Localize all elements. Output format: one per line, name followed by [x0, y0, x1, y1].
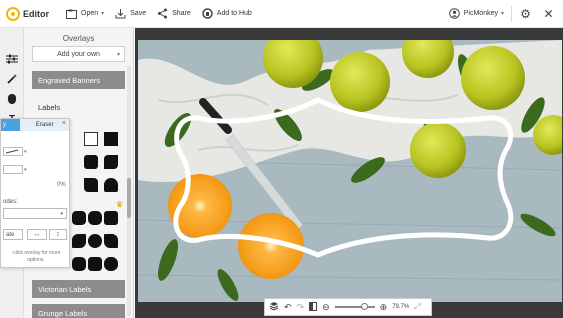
label-shape[interactable] [88, 211, 102, 225]
gear-icon: ⚙ [520, 6, 531, 21]
chevron-down-icon: ▾ [116, 51, 120, 58]
picmonkey-logo-icon [6, 6, 20, 21]
open-button[interactable]: Open ▾ [60, 0, 109, 28]
photo-editor-app: Editor Open ▾ Save Share Add to Hub PicM… [0, 0, 563, 318]
category-labels[interactable]: Labels [32, 98, 125, 116]
top-toolbar: Editor Open ▾ Save Share Add to Hub PicM… [0, 0, 563, 28]
chevron-down-icon: ▾ [24, 149, 27, 155]
panel-title: Overlays [62, 34, 95, 43]
photo-canvas[interactable] [138, 40, 562, 302]
canvas-controls: ↶ ↷ ⊖ ⊕ 79.7% ⤢ [264, 298, 432, 316]
close-icon[interactable]: × [62, 120, 66, 127]
label-shape[interactable] [88, 257, 102, 271]
category-grunge-labels[interactable]: Grunge Labels [32, 304, 125, 318]
overlay-tools-palette: y Eraser × ▾ ▾ 0% odes: ▾ ate ↔ ↕ -click… [0, 118, 70, 268]
chevron-down-icon: ▾ [24, 167, 27, 173]
add-to-hub-button[interactable]: Add to Hub [196, 0, 257, 28]
blend-mode-select[interactable]: ▾ [3, 208, 67, 219]
chevron-down-icon: ▾ [101, 11, 105, 17]
app-name: Editor [23, 8, 49, 19]
secondary-color-button[interactable] [3, 165, 23, 174]
editor-logo[interactable]: Editor [0, 0, 54, 28]
settings-button[interactable]: ⚙ [514, 0, 537, 28]
label-shape[interactable] [72, 234, 86, 248]
add-your-own-dropdown[interactable]: Add your own ▾ [32, 46, 125, 62]
fullscreen-icon[interactable]: ⤢ [414, 302, 420, 312]
flip-vertical-button[interactable]: ↕ [49, 229, 67, 240]
hint-line: -click overlay for more [11, 250, 61, 256]
save-label: Save [130, 10, 147, 17]
touch-up-face-icon[interactable] [5, 92, 19, 106]
magic-wand-icon[interactable] [5, 72, 19, 86]
label-shape[interactable] [104, 257, 118, 271]
category-label: Labels [38, 102, 61, 112]
category-label: Victorian Labels [38, 284, 92, 294]
label-shape[interactable] [72, 257, 86, 271]
flip-vertical-icon: ↕ [56, 231, 60, 238]
tab-eraser[interactable]: Eraser × [20, 119, 69, 131]
label-shape[interactable] [104, 178, 118, 192]
share-button[interactable]: Share [151, 0, 196, 28]
folder-icon [65, 7, 78, 20]
flip-horizontal-button[interactable]: ↔ [27, 229, 47, 240]
color-swatch-button[interactable] [3, 147, 23, 156]
account-label: PicMonkey [463, 10, 498, 17]
label-shape[interactable] [104, 211, 118, 225]
palette-hint: -click overlay for more options. [3, 250, 69, 264]
open-label: Open [81, 10, 99, 17]
account-menu[interactable]: PicMonkey ▾ [443, 0, 509, 28]
panel-scrollbar[interactable] [127, 66, 131, 316]
label-shape[interactable] [104, 234, 118, 248]
label-shape[interactable] [104, 155, 118, 169]
user-icon [448, 7, 461, 20]
crown-icon: ♛ [116, 200, 124, 209]
compare-icon[interactable] [309, 301, 318, 313]
editing-canvas[interactable] [135, 28, 563, 318]
download-icon [114, 7, 127, 20]
layers-icon[interactable] [269, 301, 279, 313]
share-label: Share [172, 10, 191, 17]
blend-mode-label: odes: [3, 199, 18, 205]
hint-line: options. [27, 257, 45, 263]
add-your-own-label: Add your own [57, 50, 100, 58]
category-victorian-labels[interactable]: Victorian Labels [32, 280, 125, 298]
undo-icon[interactable]: ↶ [284, 302, 292, 313]
close-button[interactable]: ✕ [537, 0, 563, 28]
divider [511, 5, 512, 22]
paste-button[interactable]: ate [3, 229, 23, 240]
label-shape[interactable] [84, 178, 98, 192]
zoom-slider[interactable] [334, 303, 375, 310]
hub-icon [201, 7, 214, 20]
tab-eraser-label: Eraser [35, 122, 54, 128]
label-shape[interactable] [84, 132, 98, 146]
add-to-hub-label: Add to Hub [216, 10, 252, 17]
redo-icon[interactable]: ↷ [297, 302, 305, 313]
fade-value: 0% [57, 182, 66, 188]
label-shape[interactable] [84, 155, 98, 169]
category-label: Engraved Banners [38, 75, 101, 85]
paste-label: ate [6, 232, 15, 238]
tab-overlay[interactable]: y [1, 119, 21, 131]
zoom-slider-knob[interactable] [360, 303, 368, 310]
tab-overlay-label: y [3, 122, 6, 128]
chevron-down-icon: ▾ [500, 11, 504, 17]
category-engraved-banners[interactable]: Engraved Banners [32, 71, 125, 89]
label-shape[interactable] [104, 132, 118, 146]
chevron-down-icon: ▾ [60, 211, 63, 217]
label-shape[interactable] [88, 234, 102, 248]
category-label: Grunge Labels [38, 308, 88, 318]
label-shape[interactable] [72, 211, 86, 225]
zoom-level: 79.7% [392, 304, 410, 310]
save-button[interactable]: Save [109, 0, 151, 28]
share-icon [156, 7, 169, 20]
scrollbar-thumb[interactable] [127, 178, 131, 218]
zoom-in-icon[interactable]: ⊕ [380, 302, 388, 313]
flip-horizontal-icon: ↔ [33, 231, 41, 238]
zoom-out-icon[interactable]: ⊖ [322, 302, 330, 313]
palette-tabs: y Eraser × [1, 119, 69, 131]
adjust-sliders-icon[interactable] [5, 52, 19, 66]
close-icon: ✕ [543, 6, 554, 21]
toolbar-right: PicMonkey ▾ ⚙ ✕ [443, 0, 563, 28]
